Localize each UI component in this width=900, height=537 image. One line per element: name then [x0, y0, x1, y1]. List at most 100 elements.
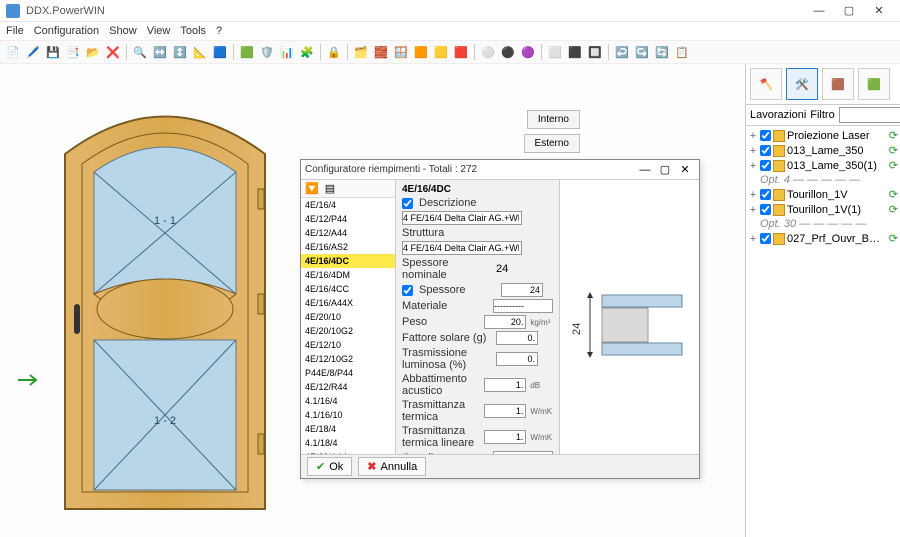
- dialog-list-item[interactable]: 4E/12/P44: [301, 212, 395, 226]
- tool-icon[interactable]: 🧱: [372, 43, 390, 61]
- tree-row[interactable]: Opt. 30 — — — — —: [748, 217, 898, 231]
- tool-icon[interactable]: 📐: [191, 43, 209, 61]
- menu-configuration[interactable]: Configuration: [34, 25, 99, 37]
- refresh-icon[interactable]: ⟳: [889, 232, 898, 245]
- dialog-list-item[interactable]: 4E/12/A44: [301, 226, 395, 240]
- tool-icon[interactable]: ↪️: [633, 43, 651, 61]
- dialog-minimize-button[interactable]: —: [635, 164, 655, 176]
- tool-icon[interactable]: 🧩: [298, 43, 316, 61]
- dialog-list[interactable]: 🔽 ▤ 4E/16/44E/12/P444E/12/A444E/16/AS24E…: [301, 180, 396, 454]
- dialog-list-header[interactable]: 🔽 ▤: [301, 180, 395, 198]
- tool-icon[interactable]: 🟨: [432, 43, 450, 61]
- minimize-button[interactable]: —: [804, 1, 834, 21]
- canvas[interactable]: Interno Esterno 1 - 1: [0, 64, 745, 537]
- menu-show[interactable]: Show: [109, 25, 137, 37]
- lavorazioni-tree[interactable]: +Proiezione Laser⟳+013_Lame_350⟳+013_Lam…: [746, 126, 900, 537]
- tool-icon[interactable]: 🔍: [131, 43, 149, 61]
- annulla-button[interactable]: ✖Annulla: [358, 457, 426, 476]
- tool-icon[interactable]: ↔️: [151, 43, 169, 61]
- refresh-icon[interactable]: ⟳: [889, 144, 898, 157]
- descrizione-checkbox[interactable]: [402, 198, 413, 209]
- dialog-list-item[interactable]: 4.1/18/4: [301, 436, 395, 450]
- dialog-maximize-button[interactable]: ▢: [655, 163, 675, 176]
- tree-row[interactable]: +Tourillon_1V(1)⟳: [748, 202, 898, 217]
- tool-icon[interactable]: 📑: [64, 43, 82, 61]
- maximize-button[interactable]: ▢: [834, 1, 864, 21]
- fattore-solare-input[interactable]: [496, 331, 538, 345]
- tree-checkbox[interactable]: [760, 233, 771, 244]
- esterno-button[interactable]: Esterno: [524, 134, 580, 153]
- dialog-list-item[interactable]: 4E/16/4CC: [301, 282, 395, 296]
- dialog-list-item[interactable]: 4.1/16/10: [301, 408, 395, 422]
- tool-icon[interactable]: 🟩: [238, 43, 256, 61]
- dialog-list-item[interactable]: 4E/16/4DM: [301, 268, 395, 282]
- dialog-list-item[interactable]: 4E/18/4: [301, 422, 395, 436]
- tool-icon[interactable]: 🔄: [653, 43, 671, 61]
- filter-icon[interactable]: 🔽: [305, 182, 319, 195]
- dialog-list-item[interactable]: 4.1/16/4: [301, 394, 395, 408]
- tool3d-icon[interactable]: 🟩: [858, 68, 890, 100]
- expand-icon[interactable]: +: [748, 145, 758, 157]
- peso-input[interactable]: [484, 315, 526, 329]
- dialog-list-item[interactable]: 4E/16/4DC: [301, 254, 395, 268]
- interno-button[interactable]: Interno: [527, 110, 580, 129]
- tool-icon[interactable]: 🔒: [325, 43, 343, 61]
- tool-icon[interactable]: 🟦: [211, 43, 229, 61]
- tool-icon[interactable]: 🟥: [452, 43, 470, 61]
- dialog-close-button[interactable]: ✕: [675, 163, 695, 176]
- menu-file[interactable]: File: [6, 25, 24, 37]
- spessore-checkbox[interactable]: [402, 285, 413, 296]
- tree-row[interactable]: +013_Lame_350(1)⟳: [748, 158, 898, 173]
- menu-help[interactable]: ?: [216, 25, 222, 37]
- tree-row[interactable]: Opt. 4 — — — — —: [748, 173, 898, 187]
- tool-icon[interactable]: 🪟: [392, 43, 410, 61]
- refresh-icon[interactable]: ⟳: [889, 159, 898, 172]
- tool-icon[interactable]: ❌: [104, 43, 122, 61]
- dialog-list-item[interactable]: P44E/8/P44: [301, 366, 395, 380]
- tool-icon[interactable]: 🟣: [519, 43, 537, 61]
- dialog-list-item[interactable]: 4E/16/A44X: [301, 296, 395, 310]
- tool-icon[interactable]: 🟧: [412, 43, 430, 61]
- struttura-input[interactable]: [402, 241, 522, 255]
- tree-row[interactable]: +Proiezione Laser⟳: [748, 128, 898, 143]
- tool-icon[interactable]: ⚪: [479, 43, 497, 61]
- dialog-titlebar[interactable]: Configuratore riempimenti - Totali : 272…: [301, 160, 699, 180]
- filter-icon[interactable]: ▤: [325, 182, 335, 195]
- tool-icon[interactable]: ⚫: [499, 43, 517, 61]
- dialog-list-item[interactable]: 4E/20/10: [301, 310, 395, 324]
- spessore-input[interactable]: [501, 283, 543, 297]
- expand-icon[interactable]: +: [748, 233, 758, 245]
- menu-view[interactable]: View: [147, 25, 171, 37]
- tool-icon[interactable]: 📂: [84, 43, 102, 61]
- tool-icon[interactable]: ⬛: [566, 43, 584, 61]
- dialog-list-item[interactable]: 4E/12/R44: [301, 380, 395, 394]
- tool-icon[interactable]: 💾: [44, 43, 62, 61]
- tool-icon[interactable]: 🗂️: [352, 43, 370, 61]
- tool-icon[interactable]: 🛡️: [258, 43, 276, 61]
- tool-icon[interactable]: 📋: [673, 43, 691, 61]
- tool3d-icon[interactable]: 🪓: [750, 68, 782, 100]
- filtro-input[interactable]: [839, 107, 900, 123]
- tree-checkbox[interactable]: [760, 189, 771, 200]
- expand-icon[interactable]: +: [748, 189, 758, 201]
- expand-icon[interactable]: +: [748, 204, 758, 216]
- dialog-list-item[interactable]: 4E/12/10G2: [301, 352, 395, 366]
- trasmittanza-lineare-input[interactable]: [484, 430, 526, 444]
- expand-icon[interactable]: +: [748, 160, 758, 172]
- expand-icon[interactable]: +: [748, 130, 758, 142]
- tool3d-icon[interactable]: 🟫: [822, 68, 854, 100]
- menu-tools[interactable]: Tools: [180, 25, 206, 37]
- close-button[interactable]: ✕: [864, 1, 894, 21]
- tool-icon[interactable]: 📄: [4, 43, 22, 61]
- tool-icon[interactable]: ↕️: [171, 43, 189, 61]
- tree-checkbox[interactable]: [760, 204, 771, 215]
- refresh-icon[interactable]: ⟳: [889, 129, 898, 142]
- trasmissione-luminosa-input[interactable]: [496, 352, 538, 366]
- refresh-icon[interactable]: ⟳: [889, 188, 898, 201]
- dialog-list-item[interactable]: 4E/16/4: [301, 198, 395, 212]
- dialog-list-item[interactable]: 4E/16/AS2: [301, 240, 395, 254]
- dialog-list-item[interactable]: 4E/20/10G2: [301, 324, 395, 338]
- tree-row[interactable]: +013_Lame_350⟳: [748, 143, 898, 158]
- tool-icon[interactable]: 📊: [278, 43, 296, 61]
- trasmittanza-input[interactable]: [484, 404, 526, 418]
